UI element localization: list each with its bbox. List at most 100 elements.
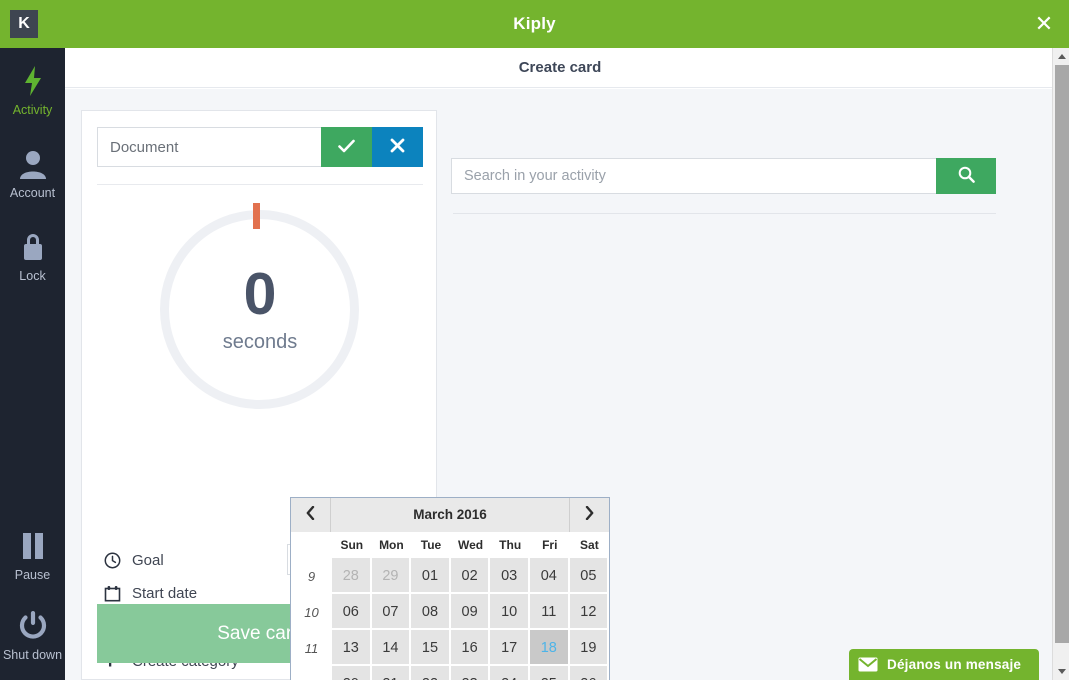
app-window: K Kiply ✕ Activity Account Lock Pause Sh… — [0, 0, 1069, 680]
scroll-up-button[interactable] — [1053, 48, 1069, 65]
calendar-day-header: Sat — [569, 532, 609, 558]
calendar-day-cell[interactable]: 10 — [490, 594, 530, 630]
calendar-day-cell[interactable]: 02 — [450, 558, 491, 594]
calendar-day-cell[interactable]: 24 — [490, 666, 530, 680]
calendar-day-cell[interactable]: 29 — [371, 558, 412, 594]
envelope-icon — [849, 657, 887, 672]
field-label: Goal — [132, 551, 164, 569]
calendar-week-row: 11 13 14 15 16 17 18 19 — [291, 630, 609, 666]
calendar-day-cell[interactable]: 25 — [529, 666, 570, 680]
calendar-day-cell[interactable]: 13 — [332, 630, 372, 666]
calendar-day-header: Wed — [450, 532, 491, 558]
calendar-dow-row: Sun Mon Tue Wed Thu Fri Sat — [291, 532, 609, 558]
search-button[interactable] — [936, 158, 996, 194]
calendar-day-cell[interactable]: 28 — [332, 558, 372, 594]
clock-icon — [104, 552, 132, 569]
calendar-day-header: Tue — [411, 532, 451, 558]
chat-widget-label: Déjanos un mensaje — [887, 657, 1022, 672]
sidebar-item-account[interactable]: Account — [0, 149, 65, 200]
card-name-row — [97, 127, 423, 167]
divider — [97, 184, 423, 185]
activity-search-row — [451, 158, 996, 194]
power-icon — [0, 611, 65, 645]
calendar-day-cell[interactable]: 08 — [411, 594, 451, 630]
calendar-day-cell[interactable]: 03 — [490, 558, 530, 594]
calendar-icon — [104, 585, 132, 602]
calendar-week-row: 9 28 29 01 02 03 04 05 — [291, 558, 609, 594]
calendar-week-row: 10 06 07 08 09 10 11 12 — [291, 594, 609, 630]
calendar-day-cell[interactable]: 06 — [332, 594, 372, 630]
calendar-day-cell[interactable]: 07 — [371, 594, 412, 630]
sidebar-item-label: Shut down — [2, 648, 63, 662]
calendar-day-cell[interactable]: 04 — [529, 558, 570, 594]
dial-tick-marker — [253, 203, 260, 229]
calendar-week-number: 9 — [291, 558, 332, 594]
calendar-grid: Sun Mon Tue Wed Thu Fri Sat 9 28 29 01 02 03 04 05 10 06… — [291, 532, 609, 680]
timer-value: 0 — [243, 261, 277, 327]
chat-widget-button[interactable]: Déjanos un mensaje — [849, 649, 1039, 680]
calendar-next-month-button[interactable] — [569, 498, 609, 532]
triangle-down-icon — [1057, 669, 1066, 674]
timer-unit: seconds — [222, 331, 298, 353]
date-picker-popup: March 2016 Sun Mon Tue Wed Thu Fri Sat 9 28 29 01 0… — [290, 497, 610, 680]
calendar-header: March 2016 — [291, 498, 609, 532]
calendar-day-header: Mon — [371, 532, 412, 558]
pause-icon — [0, 531, 65, 565]
check-icon — [338, 139, 355, 156]
calendar-day-header: Sun — [332, 532, 372, 558]
calendar-day-cell[interactable]: 22 — [411, 666, 451, 680]
divider — [453, 213, 996, 214]
calendar-day-cell[interactable]: 17 — [490, 630, 530, 666]
vertical-scrollbar[interactable] — [1052, 48, 1069, 680]
calendar-day-cell[interactable]: 21 — [371, 666, 412, 680]
sidebar-item-lock[interactable]: Lock — [0, 232, 65, 283]
app-title: Kiply — [513, 14, 556, 33]
sidebar-item-pause[interactable]: Pause — [0, 531, 65, 582]
calendar-week-number: 12 — [291, 666, 332, 680]
user-icon — [0, 149, 65, 183]
search-input[interactable] — [451, 158, 936, 194]
page-header: Create card — [65, 48, 1069, 88]
field-label: Start date — [132, 584, 198, 602]
sidebar: Activity Account Lock Pause Shut down — [0, 48, 65, 680]
lock-icon — [0, 232, 65, 266]
calendar-day-header: Thu — [490, 532, 530, 558]
calendar-day-cell[interactable]: 11 — [529, 594, 570, 630]
calendar-day-cell[interactable]: 15 — [411, 630, 451, 666]
calendar-day-cell[interactable]: 26 — [569, 666, 609, 680]
page-title: Create card — [518, 59, 602, 76]
calendar-day-cell[interactable]: 20 — [332, 666, 372, 680]
cancel-name-button[interactable] — [372, 127, 423, 167]
calendar-day-cell[interactable]: 18 — [529, 630, 570, 666]
confirm-name-button[interactable] — [321, 127, 372, 167]
calendar-week-number: 10 — [291, 594, 332, 630]
calendar-day-cell[interactable]: 09 — [450, 594, 491, 630]
calendar-month-label: March 2016 — [413, 507, 487, 522]
calendar-week-row: 1220212223242526 — [291, 666, 609, 680]
close-icon[interactable]: ✕ — [1029, 9, 1059, 39]
title-bar: K Kiply ✕ — [0, 0, 1069, 48]
sidebar-item-label: Account — [9, 186, 56, 200]
sidebar-item-shutdown[interactable]: Shut down — [0, 611, 65, 662]
triangle-up-icon — [1057, 54, 1066, 59]
calendar-day-cell[interactable]: 16 — [450, 630, 491, 666]
search-icon — [958, 166, 975, 186]
sidebar-item-activity[interactable]: Activity — [0, 66, 65, 117]
scroll-down-button[interactable] — [1053, 663, 1069, 680]
calendar-day-cell[interactable]: 05 — [569, 558, 609, 594]
timer-dial: 0 seconds — [97, 203, 423, 423]
chevron-left-icon — [306, 505, 315, 524]
scrollbar-thumb[interactable] — [1055, 65, 1069, 643]
calendar-prev-month-button[interactable] — [291, 498, 331, 532]
calendar-day-cell[interactable]: 23 — [450, 666, 491, 680]
sidebar-item-label: Activity — [12, 103, 53, 117]
calendar-day-cell[interactable]: 19 — [569, 630, 609, 666]
calendar-day-cell[interactable]: 01 — [411, 558, 451, 594]
calendar-weeknum-spacer — [291, 532, 332, 558]
calendar-day-cell[interactable]: 14 — [371, 630, 412, 666]
x-icon — [390, 138, 405, 156]
chevron-right-icon — [585, 505, 594, 524]
sidebar-item-label: Lock — [19, 269, 46, 283]
calendar-day-cell[interactable]: 12 — [569, 594, 609, 630]
card-name-input[interactable] — [97, 127, 321, 167]
